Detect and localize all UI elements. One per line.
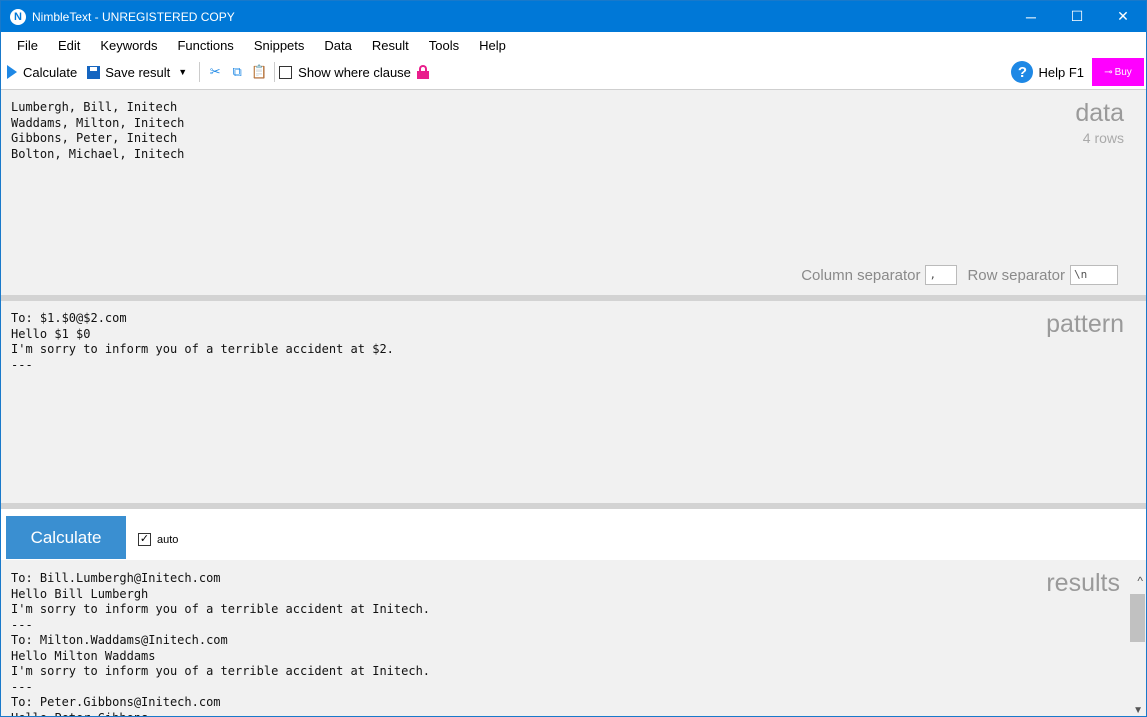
menu-help[interactable]: Help <box>469 38 516 53</box>
calculate-button[interactable]: Calculate <box>6 516 126 559</box>
data-textarea[interactable]: Lumbergh, Bill, Initech Waddams, Milton,… <box>11 100 184 162</box>
menu-tools[interactable]: Tools <box>419 38 469 53</box>
close-button[interactable]: ✕ <box>1100 1 1146 32</box>
calculate-bar: Calculate ✓ auto <box>1 509 1146 559</box>
toolbar-calculate-button[interactable]: Calculate <box>1 60 77 84</box>
help-area: ? Help F1 ⊸ Buy <box>1011 58 1144 86</box>
chevron-down-icon[interactable]: ▼ <box>178 67 187 77</box>
auto-label: auto <box>157 533 179 546</box>
show-where-checkbox[interactable] <box>279 65 293 79</box>
auto-checkbox[interactable]: ✓ <box>138 533 151 546</box>
data-panel-title: data <box>1075 99 1124 127</box>
menu-edit[interactable]: Edit <box>48 38 90 53</box>
save-result-button[interactable]: Save result ▼ <box>77 60 195 84</box>
help-link[interactable]: Help F1 <box>1038 65 1084 80</box>
minimize-button[interactable]: ─ <box>1008 1 1054 32</box>
results-panel-title: results <box>1046 569 1120 597</box>
column-separator-input[interactable]: , <box>925 265 958 285</box>
play-icon <box>7 65 17 79</box>
data-panel[interactable]: Lumbergh, Bill, Initech Waddams, Milton,… <box>1 89 1146 295</box>
row-separator-label: Row separator <box>967 266 1065 284</box>
buy-button[interactable]: ⊸ Buy <box>1092 58 1144 86</box>
buy-label: Buy <box>1114 66 1132 78</box>
help-icon[interactable]: ? <box>1011 61 1034 83</box>
scroll-down-icon[interactable]: ▼ <box>1133 705 1143 716</box>
scroll-thumb[interactable] <box>1130 594 1145 642</box>
save-result-label: Save result <box>105 64 171 80</box>
lock-icon <box>416 65 429 79</box>
menu-data[interactable]: Data <box>314 38 361 53</box>
auto-toggle[interactable]: ✓ auto <box>138 533 178 546</box>
toolbar-divider <box>274 62 276 82</box>
results-panel[interactable]: To: Bill.Lumbergh@Initech.com Hello Bill… <box>1 560 1146 716</box>
data-row-count: 4 rows <box>1082 130 1124 146</box>
menu-bar: File Edit Keywords Functions Snippets Da… <box>1 32 1146 58</box>
menu-snippets[interactable]: Snippets <box>244 38 315 53</box>
show-where-clause-toggle[interactable]: Show where clause <box>279 60 429 84</box>
menu-functions[interactable]: Functions <box>167 38 243 53</box>
results-scrollbar[interactable]: ^ ▼ <box>1129 560 1146 716</box>
row-separator-input[interactable]: \n <box>1070 265 1118 285</box>
toolbar: Calculate Save result ▼ ✂ ⧉ 📋 Show where… <box>1 58 1146 86</box>
pattern-panel[interactable]: To: $1.$0@$2.com Hello $1 $0 I'm sorry t… <box>1 301 1146 503</box>
cut-icon[interactable]: ✂ <box>206 63 224 81</box>
copy-icon[interactable]: ⧉ <box>228 63 246 81</box>
window-title: NimbleText - UNREGISTERED COPY <box>32 9 235 24</box>
pattern-panel-title: pattern <box>1046 310 1124 338</box>
pattern-textarea[interactable]: To: $1.$0@$2.com Hello $1 $0 I'm sorry t… <box>11 311 394 373</box>
paste-icon[interactable]: 📋 <box>250 63 268 81</box>
nimbletext-logo-icon: N <box>10 8 26 25</box>
title-bar[interactable]: N NimbleText - UNREGISTERED COPY ─ ☐ ✕ <box>1 1 1146 32</box>
separator-fields: Column separator , Row separator \n <box>801 265 1118 285</box>
window-controls: ─ ☐ ✕ <box>1008 1 1146 32</box>
toolbar-calculate-label: Calculate <box>23 64 78 80</box>
results-textarea[interactable]: To: Bill.Lumbergh@Initech.com Hello Bill… <box>11 571 430 716</box>
column-separator-label: Column separator <box>801 266 921 284</box>
toolbar-divider <box>199 62 201 82</box>
key-icon: ⊸ <box>1104 66 1113 78</box>
app-window: N NimbleText - UNREGISTERED COPY ─ ☐ ✕ F… <box>0 0 1147 717</box>
menu-keywords[interactable]: Keywords <box>90 38 167 53</box>
menu-file[interactable]: File <box>7 38 48 53</box>
collapse-icon[interactable]: ^ <box>1137 574 1143 588</box>
menu-result[interactable]: Result <box>362 38 419 53</box>
show-where-label: Show where clause <box>298 64 411 80</box>
save-icon <box>87 65 101 79</box>
maximize-button[interactable]: ☐ <box>1054 1 1100 32</box>
